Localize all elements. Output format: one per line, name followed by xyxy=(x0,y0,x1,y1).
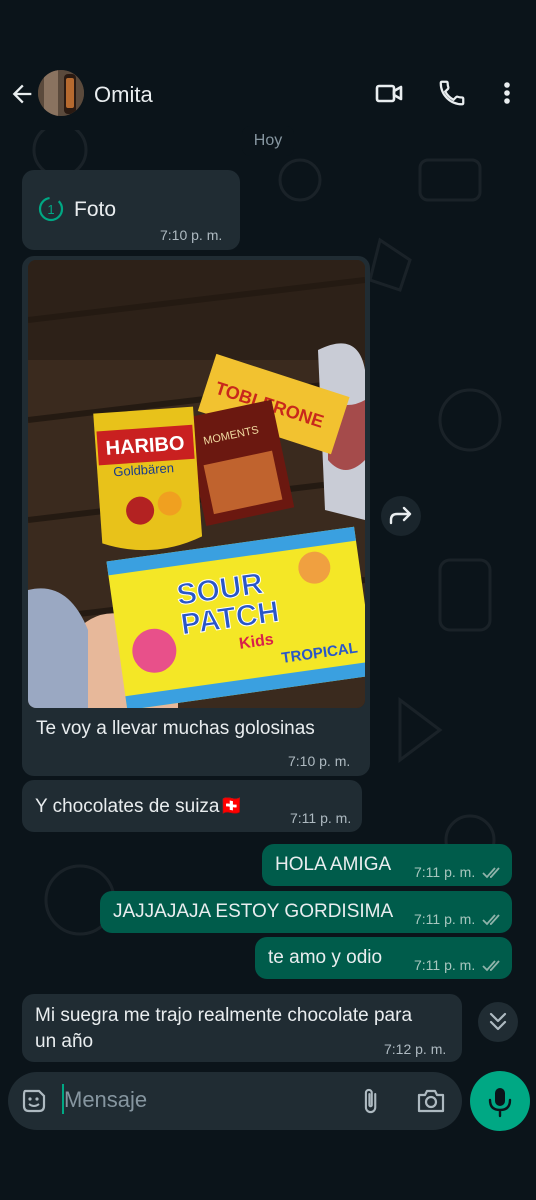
message-time: 7:10 p. m. xyxy=(160,227,223,243)
voice-message-button[interactable] xyxy=(470,1071,530,1131)
camera-icon[interactable] xyxy=(416,1087,446,1115)
message-outgoing[interactable]: te amo y odio 7:11 p. m. xyxy=(255,937,512,979)
message-time: 7:11 p. m. xyxy=(414,864,476,880)
image-caption: Te voy a llevar muchas golosinas xyxy=(36,718,315,739)
read-ticks-icon xyxy=(482,960,500,972)
message-time: 7:11 p. m. xyxy=(290,810,352,826)
message-view-once[interactable]: 1 Foto 7:10 p. m. xyxy=(22,170,240,250)
voice-call-icon[interactable] xyxy=(437,78,467,108)
video-call-icon[interactable] xyxy=(374,78,404,108)
message-outgoing[interactable]: HOLA AMIGA 7:11 p. m. xyxy=(262,844,512,886)
sticker-icon[interactable] xyxy=(20,1087,48,1115)
forward-button[interactable] xyxy=(381,496,421,536)
svg-text:1: 1 xyxy=(47,202,54,217)
microphone-icon xyxy=(488,1088,512,1118)
date-chip: Hoy xyxy=(242,126,294,156)
message-text: Y chocolates de suiza🇨🇭 xyxy=(35,796,244,817)
more-options-icon[interactable] xyxy=(492,78,522,108)
message-text: Mi suegra me trajo realmente chocolate p… xyxy=(35,1005,413,1052)
message-incoming[interactable]: Mi suegra me trajo realmente chocolate p… xyxy=(22,994,462,1062)
message-incoming[interactable]: Y chocolates de suiza🇨🇭 7:11 p. m. xyxy=(22,780,362,832)
message-text: JAJJAJAJA ESTOY GORDISIMA xyxy=(113,901,394,922)
attach-icon[interactable] xyxy=(356,1086,384,1116)
message-time: 7:11 p. m. xyxy=(414,957,476,973)
scroll-down-button[interactable] xyxy=(478,1002,518,1042)
message-time: 7:12 p. m. xyxy=(384,1041,447,1057)
message-outgoing[interactable]: JAJJAJAJA ESTOY GORDISIMA 7:11 p. m. xyxy=(100,891,512,933)
contact-name[interactable]: Omita xyxy=(94,82,153,108)
message-input-placeholder[interactable]: Mensaje xyxy=(64,1087,147,1113)
read-ticks-icon xyxy=(482,867,500,879)
forward-icon xyxy=(389,506,412,525)
message-time: 7:10 p. m. xyxy=(288,753,351,769)
message-text: HOLA AMIGA xyxy=(275,854,392,875)
message-text: te amo y odio xyxy=(268,947,383,968)
chat-header xyxy=(0,0,536,130)
photo-attachment[interactable]: TOBLERONE MOMENTS HARIBO Goldbären SOUR … xyxy=(28,260,365,708)
double-chevron-down-icon xyxy=(489,1012,507,1031)
back-arrow-icon[interactable] xyxy=(8,80,36,108)
system-nav-bar xyxy=(0,1140,536,1200)
message-time: 7:11 p. m. xyxy=(414,911,476,927)
contact-avatar[interactable] xyxy=(38,70,84,116)
view-once-icon: 1 xyxy=(38,196,64,222)
read-ticks-icon xyxy=(482,914,500,926)
view-once-label: Foto xyxy=(74,198,117,221)
